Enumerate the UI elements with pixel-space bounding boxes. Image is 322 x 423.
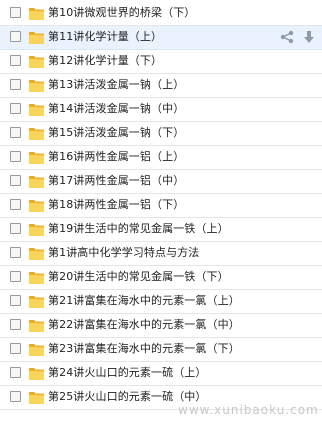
row-actions <box>280 30 316 44</box>
folder-icon <box>28 270 45 285</box>
item-name[interactable]: 第12讲化学计量（下） <box>48 54 162 68</box>
list-item[interactable]: 第18讲两性金属一铝（下） <box>0 194 322 218</box>
item-name[interactable]: 第17讲两性金属一铝（中） <box>48 174 184 188</box>
item-checkbox[interactable] <box>10 319 21 330</box>
item-name[interactable]: 第18讲两性金属一铝（下） <box>48 198 184 212</box>
folder-icon <box>28 390 45 405</box>
item-checkbox[interactable] <box>10 31 21 42</box>
list-item[interactable]: 第16讲两性金属一铝（上） <box>0 146 322 170</box>
folder-icon <box>28 174 45 189</box>
list-item[interactable]: 第19讲生活中的常见金属一铁（上） <box>0 218 322 242</box>
list-item[interactable]: 第17讲两性金属一铝（中） <box>0 170 322 194</box>
item-name[interactable]: 第24讲火山口的元素一硫（上） <box>48 366 207 380</box>
folder-icon <box>28 246 45 261</box>
item-name[interactable]: 第20讲生活中的常见金属一铁（下） <box>48 270 229 284</box>
list-item[interactable]: 第22讲富集在海水中的元素一氯（中） <box>0 314 322 338</box>
item-name[interactable]: 第14讲活泼金属一钠（中） <box>48 102 184 116</box>
item-name[interactable]: 第23讲富集在海水中的元素一氯（下） <box>48 342 240 356</box>
item-name[interactable]: 第25讲火山口的元素一硫（中） <box>48 390 207 404</box>
item-checkbox[interactable] <box>10 367 21 378</box>
list-item[interactable]: 第15讲活泼金属一钠（下） <box>0 122 322 146</box>
share-icon[interactable] <box>280 30 294 44</box>
folder-icon <box>28 102 45 117</box>
list-item[interactable]: 第14讲活泼金属一钠（中） <box>0 98 322 122</box>
list-item[interactable]: 第1讲高中化学学习特点与方法 <box>0 242 322 266</box>
item-name[interactable]: 第1讲高中化学学习特点与方法 <box>48 246 199 260</box>
list-item[interactable]: 第20讲生活中的常见金属一铁（下） <box>0 266 322 290</box>
item-name[interactable]: 第11讲化学计量（上） <box>48 30 162 44</box>
folder-icon <box>28 198 45 213</box>
list-item[interactable]: 第23讲富集在海水中的元素一氯（下） <box>0 338 322 362</box>
item-checkbox[interactable] <box>10 151 21 162</box>
item-checkbox[interactable] <box>10 55 21 66</box>
item-checkbox[interactable] <box>10 127 21 138</box>
folder-icon <box>28 294 45 309</box>
folder-icon <box>28 318 45 333</box>
item-checkbox[interactable] <box>10 223 21 234</box>
folder-icon <box>28 126 45 141</box>
item-name[interactable]: 第13讲活泼金属一钠（上） <box>48 78 184 92</box>
list-item[interactable]: 第10讲微观世界的桥梁（下） <box>0 2 322 26</box>
item-checkbox[interactable] <box>10 7 21 18</box>
item-name[interactable]: 第21讲富集在海水中的元素一氯（上） <box>48 294 240 308</box>
folder-icon <box>28 30 45 45</box>
item-checkbox[interactable] <box>10 199 21 210</box>
item-checkbox[interactable] <box>10 271 21 282</box>
list-item[interactable]: 第21讲富集在海水中的元素一氯（上） <box>0 290 322 314</box>
list-item[interactable]: 第11讲化学计量（上） <box>0 26 322 50</box>
item-checkbox[interactable] <box>10 175 21 186</box>
list-item[interactable]: 第12讲化学计量（下） <box>0 50 322 74</box>
folder-icon <box>28 222 45 237</box>
watermark: www.xunibaoku.com <box>178 403 319 417</box>
item-checkbox[interactable] <box>10 79 21 90</box>
folder-icon <box>28 6 45 21</box>
download-icon[interactable] <box>302 30 316 44</box>
item-name[interactable]: 第15讲活泼金属一钠（下） <box>48 126 184 140</box>
folder-icon <box>28 150 45 165</box>
list-item[interactable]: 第24讲火山口的元素一硫（上） <box>0 362 322 386</box>
item-checkbox[interactable] <box>10 343 21 354</box>
item-name[interactable]: 第16讲两性金属一铝（上） <box>48 150 184 164</box>
folder-icon <box>28 342 45 357</box>
folder-icon <box>28 78 45 93</box>
folder-icon <box>28 366 45 381</box>
item-checkbox[interactable] <box>10 391 21 402</box>
list-item[interactable]: 第13讲活泼金属一钠（上） <box>0 74 322 98</box>
item-name[interactable]: 第22讲富集在海水中的元素一氯（中） <box>48 318 240 332</box>
item-name[interactable]: 第19讲生活中的常见金属一铁（上） <box>48 222 229 236</box>
file-list: 第10讲微观世界的桥梁（下） 第11讲化学计量（上） 第12讲化学计量（下） 第13讲… <box>0 2 322 410</box>
folder-icon <box>28 54 45 69</box>
item-checkbox[interactable] <box>10 103 21 114</box>
item-name[interactable]: 第10讲微观世界的桥梁（下） <box>48 6 195 20</box>
item-checkbox[interactable] <box>10 295 21 306</box>
item-checkbox[interactable] <box>10 247 21 258</box>
